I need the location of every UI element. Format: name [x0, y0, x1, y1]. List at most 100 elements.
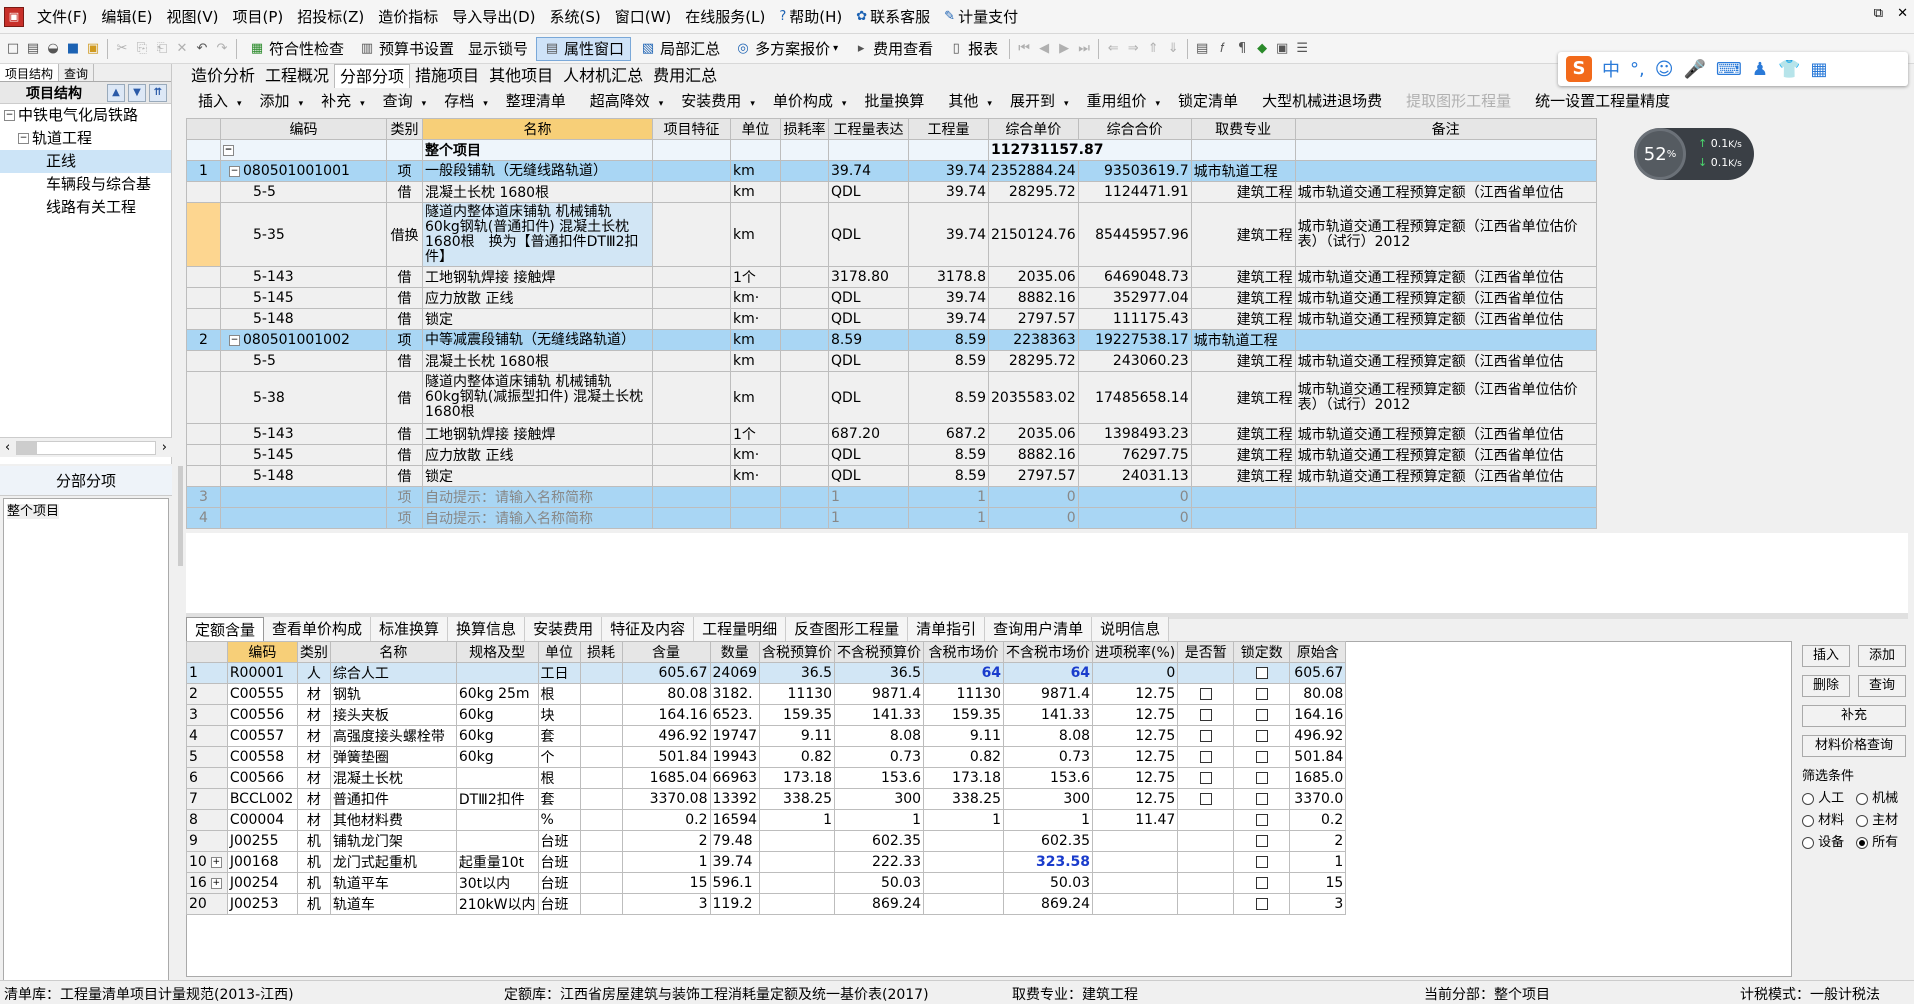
total-price-cell[interactable]: 76297.75 [1077, 444, 1192, 466]
qty-expr-cell[interactable]: QDL [828, 181, 909, 203]
expand-cell[interactable]: − [220, 139, 387, 161]
move-down-icon[interactable]: ▼ [128, 83, 146, 102]
checkbox-icon[interactable] [1199, 688, 1212, 700]
name-cell[interactable]: 其他材料费 [329, 809, 457, 831]
spec-cell[interactable] [455, 830, 539, 852]
loss-rate-cell[interactable] [780, 350, 829, 372]
checkbox-icon[interactable] [1255, 730, 1268, 742]
next-icon[interactable]: ▶ [1055, 40, 1073, 58]
spec-cell[interactable]: 60kg [455, 704, 539, 726]
loss-cell[interactable] [579, 893, 623, 915]
collapse-icon[interactable]: ⇈ [149, 83, 167, 102]
checkbox-icon[interactable] [1255, 709, 1268, 721]
lock-qty-cell[interactable] [1233, 704, 1291, 726]
qty-cell[interactable]: 119.2 [709, 893, 761, 915]
table-row[interactable]: 9 J00255 机铺轨龙门架 台班 2 79.48 602.35 602.35 2 [186, 830, 1347, 852]
name-cell[interactable]: 接头夹板 [329, 704, 457, 726]
total-price-cell[interactable]: 6469048.73 [1077, 266, 1192, 288]
type-cell[interactable]: 借 [386, 308, 423, 330]
note-cell[interactable]: 城市轨道交通工程预算定额（江西省单位估 [1294, 308, 1597, 330]
loss-rate-cell[interactable] [780, 465, 829, 487]
total-price-cell[interactable]: 111175.43 [1077, 308, 1192, 330]
qty-cell[interactable]: 79.48 [709, 830, 761, 852]
qty-expr-cell[interactable]: QDL [828, 202, 909, 267]
sub-toolbar-item[interactable]: 存档 ▾ [432, 90, 494, 111]
lock-qty-cell[interactable] [1233, 893, 1291, 915]
tab-bottom[interactable]: 清单指引 [908, 617, 986, 641]
unit-cell[interactable]: km· [730, 444, 781, 466]
type-cell[interactable]: 项 [386, 329, 423, 351]
spec-cell[interactable]: 30t以内 [455, 872, 539, 894]
checkbox-icon[interactable] [1255, 835, 1268, 847]
tax-market-price-cell[interactable]: 173.18 [923, 767, 1005, 789]
supplement-button[interactable]: 补充 [1802, 705, 1906, 727]
loss-rate-cell[interactable] [780, 308, 829, 330]
notax-market-price-cell[interactable]: 323.58 [1003, 851, 1094, 873]
filter-material[interactable]: 材料 [1802, 809, 1844, 828]
collapse-toggle[interactable]: − [4, 110, 15, 121]
original-content-cell[interactable]: 1 [1289, 851, 1347, 873]
loss-rate-cell[interactable] [780, 486, 829, 508]
code-cell[interactable]: R00001 [226, 662, 298, 684]
original-content-cell[interactable]: 3 [1289, 893, 1347, 915]
table-row[interactable]: 20 J00253 机轨道车 210kW以内 台班 3 119.2 869.24 869.24 3 [186, 893, 1347, 915]
tax-budget-price-cell[interactable]: 36.5 [759, 662, 836, 684]
tax-rate-cell[interactable]: 12.75 [1092, 746, 1179, 768]
tax-market-price-cell[interactable] [923, 830, 1005, 852]
new-icon[interactable]: □ [4, 40, 22, 58]
menu-item[interactable]: 文件(F) [30, 6, 94, 27]
code-cell[interactable]: BCCL002 [226, 788, 298, 810]
temp-estimate-cell[interactable] [1177, 746, 1235, 768]
table-row[interactable]: 7 BCCL002 材普通扣件 DTⅢ2扣件套 3370.08 13392 338.25 30… [186, 788, 1347, 810]
qty-cell[interactable]: 8.59 [908, 350, 989, 372]
fee-specialty-cell[interactable]: 建筑工程 [1190, 308, 1296, 330]
tax-budget-price-cell[interactable] [759, 893, 836, 915]
open-icon[interactable]: ▤ [24, 40, 42, 58]
type-cell[interactable]: 材 [296, 725, 331, 747]
table-row[interactable]: 2 C00555 材钢轨 60kg 25m 根 80.08 3182. 11130 9871.4… [186, 683, 1347, 705]
loss-cell[interactable] [579, 704, 623, 726]
tax-market-price-cell[interactable]: 338.25 [923, 788, 1005, 810]
name-cell[interactable]: 应力放散 正线 [422, 287, 653, 309]
checkbox-icon[interactable] [1199, 772, 1212, 784]
fee-specialty-cell[interactable]: 建筑工程 [1190, 202, 1296, 267]
move-up-icon[interactable]: ▲ [107, 83, 125, 102]
unit-cell[interactable]: km [730, 371, 781, 424]
table-row[interactable]: 3 C00556 材接头夹板 60kg 块 164.16 6523. 159.35 141.33… [186, 704, 1347, 726]
column-header[interactable]: 编码 [220, 118, 387, 140]
tax-market-price-cell[interactable]: 1 [923, 809, 1005, 831]
qty-cell[interactable]: 19747 [709, 725, 761, 747]
unit-cell[interactable]: km [730, 160, 781, 182]
name-cell[interactable]: 轨道车 [329, 893, 457, 915]
checkbox-icon[interactable] [1255, 877, 1268, 889]
type-cell[interactable]: 项 [386, 160, 423, 182]
loss-cell[interactable] [579, 872, 623, 894]
fee-specialty-cell[interactable] [1190, 507, 1296, 529]
close-icon[interactable]: ✕ [1897, 6, 1908, 21]
original-content-cell[interactable]: 3370.0 [1289, 788, 1347, 810]
qty-cell[interactable]: 1 [908, 507, 989, 529]
user-icon[interactable]: ♟ [1752, 59, 1768, 80]
qty-expr-cell[interactable]: 687.20 [828, 423, 909, 445]
feature-cell[interactable] [652, 329, 731, 351]
spec-cell[interactable]: DTⅢ2扣件 [455, 788, 539, 810]
expand-toggle[interactable]: + [210, 877, 222, 889]
column-header[interactable]: 损耗率 [780, 118, 829, 140]
unit-cell[interactable]: 块 [537, 704, 581, 726]
code-cell[interactable]: −080501001001 [220, 160, 387, 182]
tax-rate-cell[interactable]: 12.75 [1092, 767, 1179, 789]
tax-budget-price-cell[interactable] [759, 851, 836, 873]
temp-estimate-cell[interactable] [1177, 683, 1235, 705]
unit-cell[interactable]: 1个 [730, 266, 781, 288]
qty-expr-cell[interactable]: QDL [828, 350, 909, 372]
tab-main[interactable]: 造价分析 [186, 64, 260, 88]
unit-cell[interactable] [730, 486, 781, 508]
type-cell[interactable]: 借换 [386, 202, 423, 267]
prev-icon[interactable]: ◀ [1035, 40, 1053, 58]
toolbox-icon[interactable]: ▦ [1810, 59, 1827, 80]
loss-rate-cell[interactable] [780, 371, 829, 424]
paragraph-icon[interactable]: ¶ [1233, 40, 1251, 58]
tax-rate-cell[interactable] [1092, 893, 1179, 915]
temp-estimate-cell[interactable] [1177, 851, 1235, 873]
checkbox-icon[interactable] [1255, 688, 1268, 700]
